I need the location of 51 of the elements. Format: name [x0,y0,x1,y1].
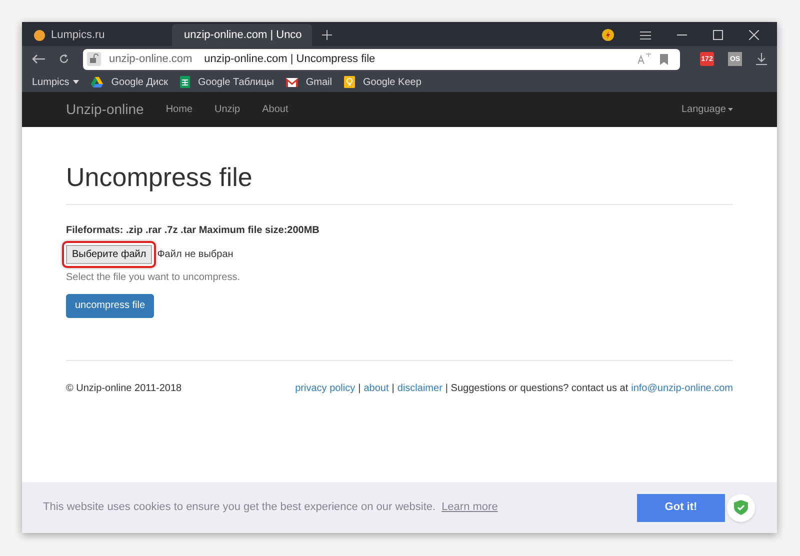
site-brand[interactable]: Unzip-online [66,99,144,120]
nav-link[interactable]: About [262,102,288,117]
footer-text: | [392,382,394,396]
file-formats-text: Fileformats: .zip .rar .7z .tar Maximum file size:200MB [66,224,320,238]
footer-link[interactable]: about [364,380,389,396]
caret-icon [728,108,733,111]
lightbulb-icon [344,76,355,88]
learn-more-link[interactable]: Learn more [442,499,498,516]
bookmark-folder[interactable]: Lumpics [32,74,80,90]
dropdown-caret-icon [73,80,80,84]
translate-icon[interactable] [638,53,652,65]
reload-icon[interactable] [59,54,69,64]
bookmark-item[interactable]: Google Диск [91,74,168,90]
close-icon[interactable] [749,30,759,40]
footer-link[interactable]: disclaimer [397,380,442,396]
address-bar[interactable]: unzip-online.com unzip-online.com | Uncompress file [83,48,680,70]
uncompress-button[interactable]: uncompress file [66,294,154,318]
page-title: unzip-online.com | Uncompress file [204,52,376,67]
lightning-icon[interactable] [602,29,614,41]
got-it-button[interactable]: Got it! [637,494,725,522]
file-status: Файл не выбран [157,248,234,262]
bookmark-item[interactable]: Gmail [286,74,332,90]
bookmark-item[interactable]: Google Keep [344,74,422,90]
triangle-logo-icon [91,76,104,88]
footer-text: | [358,382,361,396]
cookie-message: This website uses cookies to ensure you get the best experience on our website. [43,500,436,516]
language-dropdown[interactable]: Language [682,102,733,117]
padlock-icon [87,52,101,66]
download-icon[interactable] [756,53,767,65]
browser-tab[interactable]: unzip-online.com | Unco [172,24,312,46]
page-heading: Uncompress file [66,161,254,194]
footer-text: | Suggestions or questions? contact us at [445,382,628,396]
nav-link[interactable]: Unzip [214,102,240,117]
new-tab-icon[interactable] [322,30,332,40]
spreadsheet-icon [180,76,190,88]
url-domain: unzip-online.com [109,52,192,67]
shield-check-icon [734,500,748,515]
footer-link[interactable]: privacy policy [295,380,356,396]
site-favicon-icon [34,30,45,40]
footer-link[interactable]: info@unzip-online.com [631,380,733,396]
help-text: Select the file you want to uncompress. [66,270,241,284]
bookmark-item[interactable]: Google Таблицы [180,74,274,90]
envelope-icon [286,78,298,86]
maximize-icon[interactable] [713,30,723,40]
shield-badge[interactable] [727,494,755,522]
choose-file-button[interactable]: Выберите файл [66,244,152,264]
nav-link[interactable]: Home [166,102,193,117]
bookmark-icon[interactable] [660,54,668,64]
menu-icon[interactable] [640,30,651,40]
copyright-text: © Unzip-online 2011-2018 [66,382,182,396]
back-icon[interactable] [32,54,45,64]
